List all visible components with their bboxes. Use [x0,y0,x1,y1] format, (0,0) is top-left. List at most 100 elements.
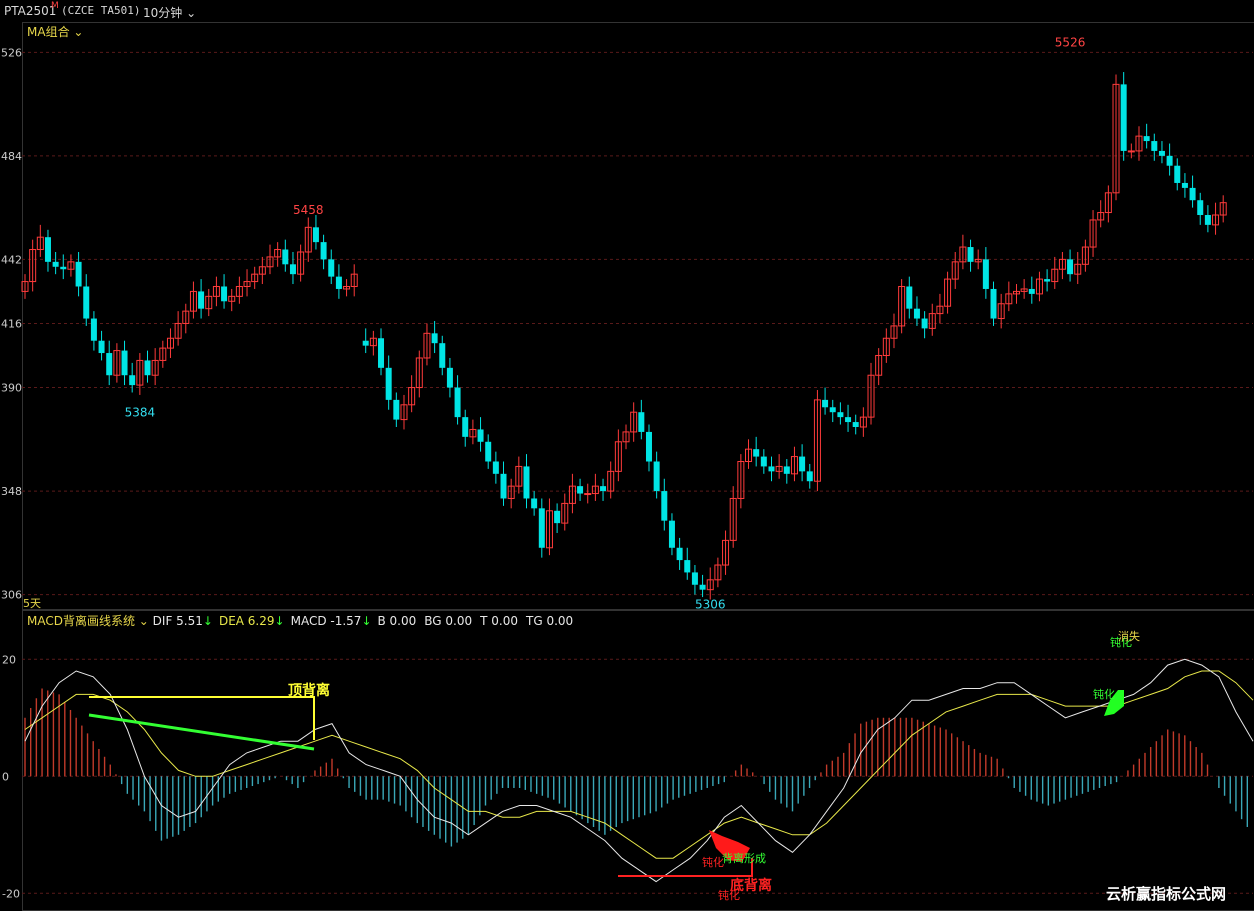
candle-body [1174,165,1181,183]
candle-body [312,227,319,243]
candle-body [1158,150,1165,156]
candle-body [83,286,90,319]
candle-body [221,286,228,302]
candle-body [661,491,668,521]
macd-axis: 20 0 -20 [2,653,20,900]
price-tick-label: 306 [1,589,22,602]
vanish-label: 消失 [1118,629,1140,643]
price-tick-label: 442 [1,253,22,266]
candle-body [121,350,128,376]
candle-body [676,547,683,561]
candle-body [1197,200,1204,216]
candle-body [485,441,492,462]
candle-body [90,318,97,341]
bottom-divergence-marker: 底背离 钝化 钝化 背离形成 [618,830,772,902]
candle-body [362,340,369,346]
macd-tick-label: -20 [2,887,20,900]
candle-body [837,412,844,418]
top-divergence-line [88,713,315,751]
candle-body [462,417,469,437]
macd-histogram [24,688,1249,847]
candle-body [431,333,438,344]
candle-body [906,286,913,309]
candle-body [783,466,790,474]
candle-body [1067,259,1074,275]
candle-body [75,261,82,287]
candle-body [98,340,105,354]
grid-lines [22,51,1253,894]
candle-body [129,375,136,386]
blunt-label-bottom-2: 钝化 [718,888,740,902]
candle-body [584,493,592,496]
candle-body [699,584,706,590]
candle-body [1028,288,1035,294]
candle-body [439,343,446,368]
candle-body [477,429,484,442]
extreme-label: 5526 [1055,35,1086,49]
candle-body [44,237,51,262]
top-divergence-bracket [89,696,315,740]
price-tick-label: 348 [1,485,22,498]
candle-body [768,466,775,472]
candle-body [320,242,327,260]
candle-body [829,407,836,413]
price-tick-label: 526 [1,46,22,59]
candle-body [60,266,67,270]
candle-body [799,456,806,472]
candle-body [523,466,530,499]
candle-body [538,508,545,548]
price-tick-label: 484 [1,150,22,163]
candle-body [760,456,767,467]
candle-body [921,318,928,329]
candle-body [1143,136,1150,142]
candle-body [492,461,499,474]
candle-body [645,431,652,462]
candle-body [684,560,691,573]
candle-body [144,360,151,376]
candle-body [1127,150,1135,153]
blunt-label-top: 钝化 [1093,687,1115,701]
candlesticks [21,72,1227,600]
candle-body [653,461,660,492]
candle-body [577,486,584,494]
dif-line [24,658,1254,883]
price-axis: 526 484 442 416 390 348 306 [1,46,22,601]
candle-body [198,291,205,309]
extreme-label: 5384 [125,405,156,419]
candle-body [52,261,59,267]
extreme-label: 5458 [293,203,324,217]
top-divergence-label: 顶背离 [288,682,330,699]
top-blunt-marker: 钝化 钝化 消失 [1093,629,1140,716]
candle-body [378,338,385,368]
candle-body [982,259,989,289]
candle-body [967,247,974,262]
macd-lines [24,658,1254,883]
candle-body [913,308,920,319]
candle-body [328,259,335,277]
candle-body [691,572,698,585]
candle-body [531,498,538,509]
divergence-formed-label: 背离形成 [722,851,766,865]
candle-body [852,422,859,427]
candle-body [500,473,507,499]
candle-body [385,367,392,400]
candle-body [806,471,813,482]
candle-body [282,249,289,265]
candle-body [822,399,829,408]
candle-body [1044,279,1051,282]
watermark: 云析赢指标公式网 [1106,885,1226,903]
dea-line [24,670,1254,859]
candle-body [554,510,561,524]
candle-body [600,486,607,492]
chart-canvas: 526 484 442 416 390 348 306 20 0 -20 5458 5384 530… [1,35,1254,903]
candle-body [1120,84,1127,151]
price-tick-label: 390 [1,382,22,395]
candle-body [446,367,453,388]
candle-body [668,520,675,548]
candle-body [393,399,400,420]
candle-body [753,449,760,457]
candle-body [289,264,296,275]
candle-body [990,288,997,319]
candle-body [845,417,852,423]
candle-body [1181,182,1188,188]
